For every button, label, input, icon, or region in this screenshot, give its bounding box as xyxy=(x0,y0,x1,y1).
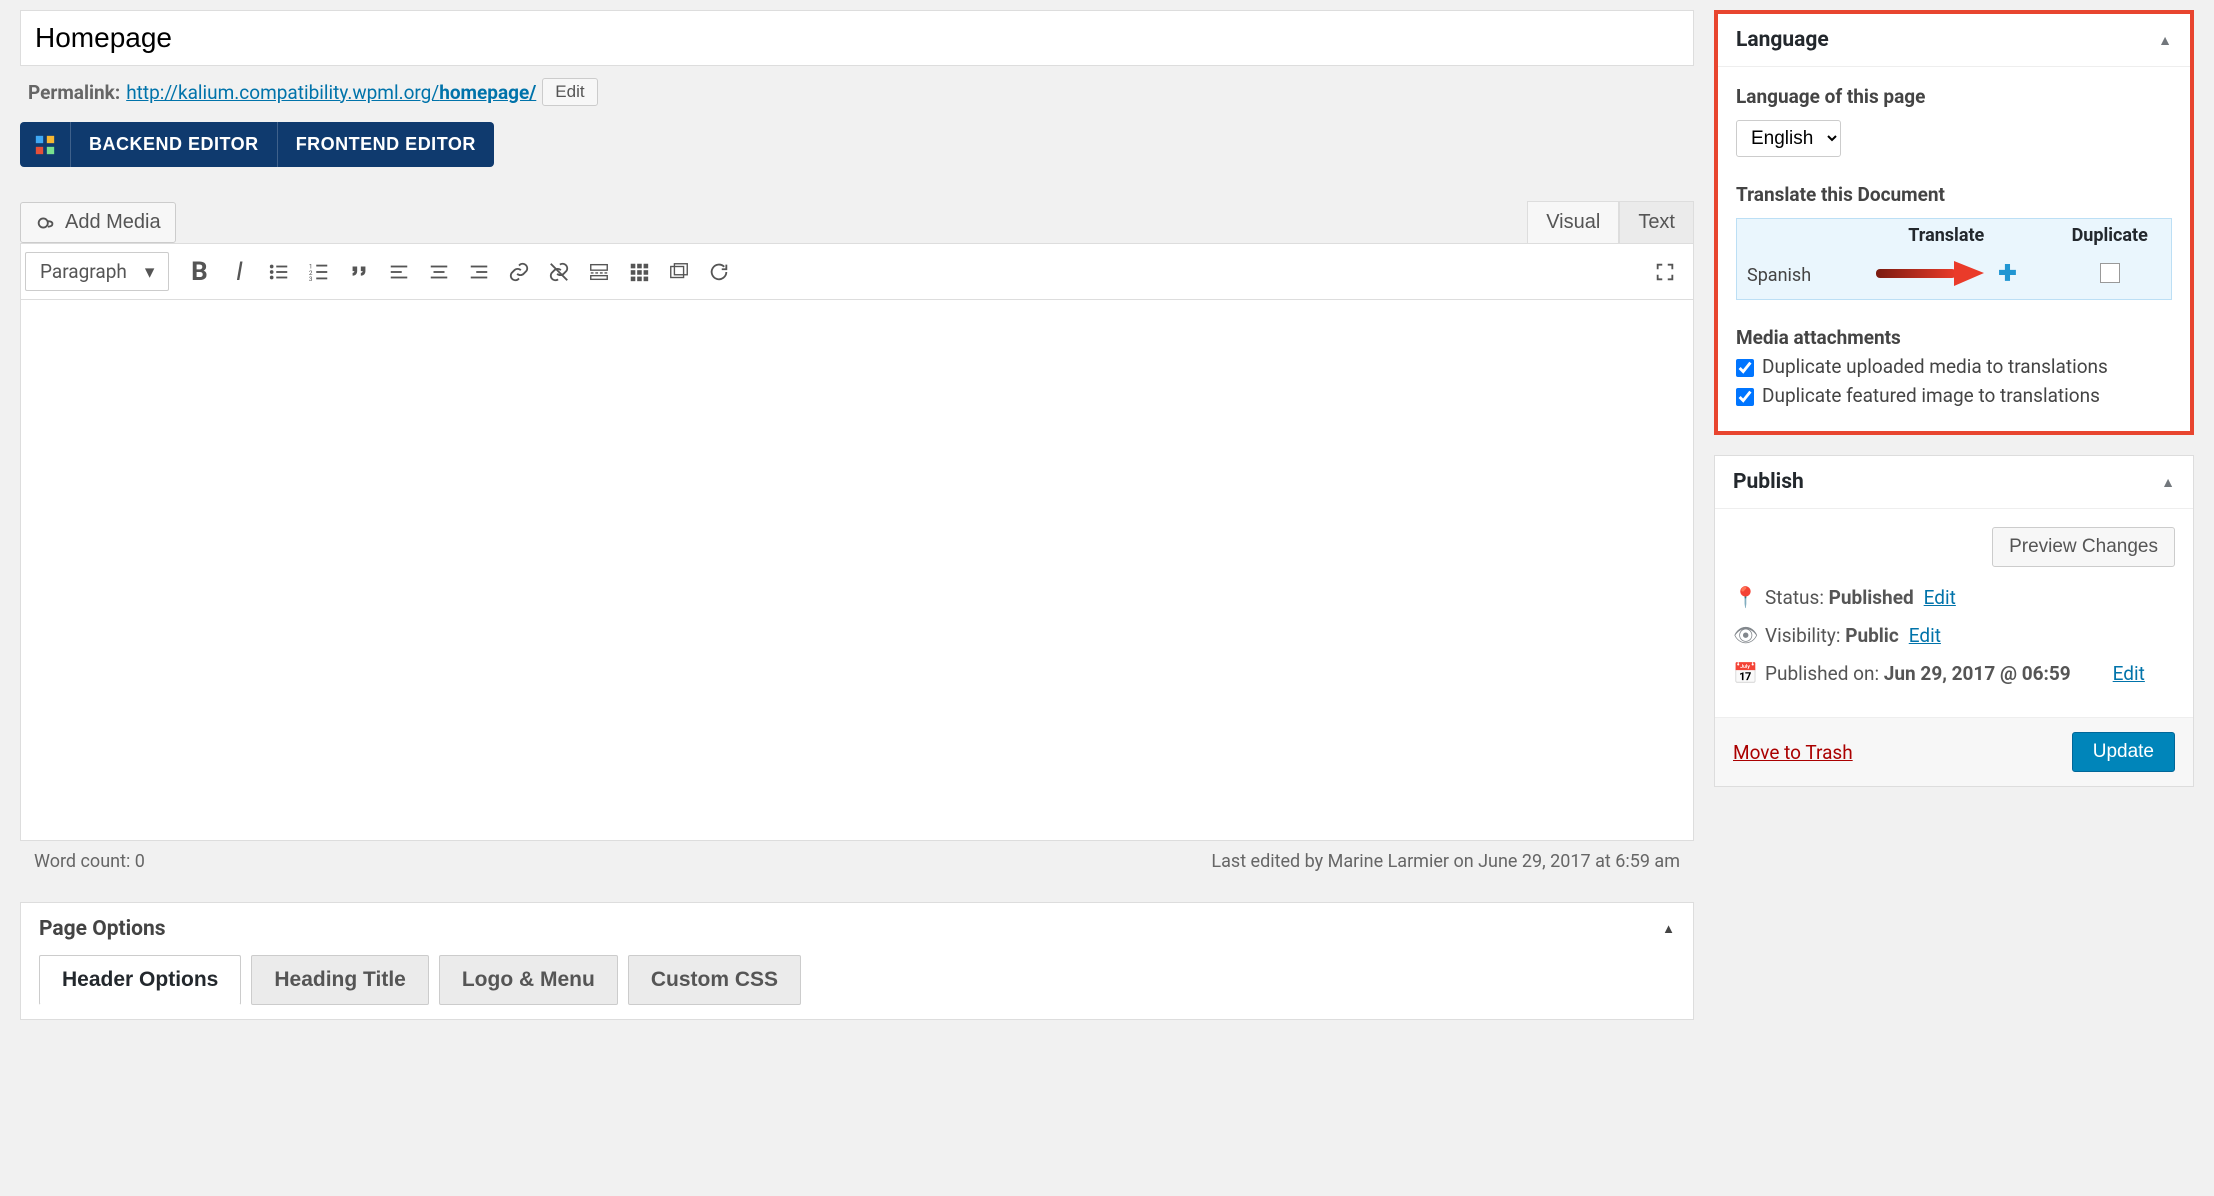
italic-button[interactable]: I xyxy=(219,252,259,292)
editor-box: Paragraph ▾ B I 123 xyxy=(20,243,1694,841)
align-left-button[interactable] xyxy=(379,252,419,292)
media-icon xyxy=(35,212,57,234)
editor-footer: Word count: 0 Last edited by Marine Larm… xyxy=(20,841,1694,882)
page-options-title: Page Options xyxy=(39,917,166,941)
number-list-button[interactable]: 123 xyxy=(299,252,339,292)
bullet-list-button[interactable] xyxy=(259,252,299,292)
editor-canvas[interactable] xyxy=(21,300,1693,840)
translate-table: Translate Duplicate Spanish ✚ xyxy=(1736,218,2172,300)
calendar-icon: 📅 xyxy=(1733,661,1755,685)
media-attachments-heading: Media attachments xyxy=(1736,326,2172,349)
duplicate-checkbox[interactable] xyxy=(2100,263,2120,283)
toolbar-toggle-button[interactable] xyxy=(619,252,659,292)
fullscreen-button[interactable] xyxy=(1645,252,1685,292)
blockquote-button[interactable] xyxy=(339,252,379,292)
duplicate-featured-label: Duplicate featured image to translations xyxy=(1762,384,2100,407)
published-edit-link[interactable]: Edit xyxy=(2113,662,2145,685)
page-options-panel: Page Options ▲ Header Options Heading Ti… xyxy=(20,902,1694,1020)
language-panel-title: Language xyxy=(1736,28,1829,52)
add-media-button[interactable]: Add Media xyxy=(20,202,176,243)
language-panel: Language ▲ Language of this page English… xyxy=(1714,10,2194,435)
editor-toolbar: Paragraph ▾ B I 123 xyxy=(21,244,1693,300)
read-more-button[interactable] xyxy=(579,252,619,292)
gallery-button[interactable] xyxy=(659,252,699,292)
permalink-link[interactable]: http://kalium.compatibility.wpml.org/hom… xyxy=(126,81,536,104)
visibility-edit-link[interactable]: Edit xyxy=(1909,624,1941,647)
status-edit-link[interactable]: Edit xyxy=(1924,586,1956,609)
translate-col-header: Translate xyxy=(1844,219,2048,253)
refresh-button[interactable] xyxy=(699,252,739,292)
bold-button[interactable]: B xyxy=(179,252,219,292)
svg-text:3: 3 xyxy=(309,275,313,283)
tab-heading-title[interactable]: Heading Title xyxy=(251,955,428,1005)
chevron-down-icon: ▾ xyxy=(145,260,155,283)
backend-editor-button[interactable]: BACKEND EDITOR xyxy=(70,122,277,167)
panel-toggle-icon[interactable]: ▲ xyxy=(2158,32,2172,49)
link-button[interactable] xyxy=(499,252,539,292)
translate-lang-name: Spanish xyxy=(1737,252,1845,300)
permalink-label: Permalink: xyxy=(28,81,120,104)
paragraph-format-select[interactable]: Paragraph ▾ xyxy=(25,252,169,291)
publish-panel-title: Publish xyxy=(1733,470,1804,494)
pin-icon: 📍 xyxy=(1733,585,1755,609)
last-edited: Last edited by Marine Larmier on June 29… xyxy=(1211,851,1680,872)
permalink-edit-button[interactable]: Edit xyxy=(542,78,597,106)
update-button[interactable]: Update xyxy=(2072,732,2175,772)
tab-header-options[interactable]: Header Options xyxy=(39,955,241,1005)
tab-logo-menu[interactable]: Logo & Menu xyxy=(439,955,618,1005)
duplicate-col-header: Duplicate xyxy=(2049,219,2172,253)
permalink-row: Permalink: http://kalium.compatibility.w… xyxy=(20,74,1694,106)
tab-text[interactable]: Text xyxy=(1619,201,1694,243)
tab-visual[interactable]: Visual xyxy=(1527,201,1619,243)
callout-arrow-icon xyxy=(1876,258,1986,293)
translate-row-spanish: Spanish ✚ xyxy=(1737,252,2172,300)
eye-icon: 👁 xyxy=(1733,623,1755,647)
tab-custom-css[interactable]: Custom CSS xyxy=(628,955,801,1005)
duplicate-media-checkbox[interactable] xyxy=(1736,359,1754,377)
translate-doc-heading: Translate this Document xyxy=(1736,183,2172,206)
panel-toggle-icon[interactable]: ▲ xyxy=(1662,921,1675,937)
page-title-input[interactable] xyxy=(20,10,1694,66)
unlink-button[interactable] xyxy=(539,252,579,292)
add-translation-button[interactable]: ✚ xyxy=(1998,261,2016,286)
preview-changes-button[interactable]: Preview Changes xyxy=(1992,527,2175,567)
publish-panel: Publish ▲ Preview Changes 📍 Status: Publ… xyxy=(1714,455,2194,787)
page-options-tabs: Header Options Heading Title Logo & Menu… xyxy=(21,955,1693,1019)
duplicate-featured-checkbox[interactable] xyxy=(1736,388,1754,406)
language-select[interactable]: English xyxy=(1736,120,1841,157)
editor-mode-bar: BACKEND EDITOR FRONTEND EDITOR xyxy=(20,122,494,167)
frontend-editor-button[interactable]: FRONTEND EDITOR xyxy=(277,122,494,167)
language-of-page-label: Language of this page xyxy=(1736,85,2172,108)
editor-view-tabs: Visual Text xyxy=(1527,201,1694,243)
align-right-button[interactable] xyxy=(459,252,499,292)
duplicate-media-label: Duplicate uploaded media to translations xyxy=(1762,355,2108,378)
align-center-button[interactable] xyxy=(419,252,459,292)
word-count: Word count: 0 xyxy=(34,851,145,872)
move-to-trash-link[interactable]: Move to Trash xyxy=(1733,741,1853,764)
visual-composer-icon[interactable] xyxy=(20,122,70,167)
panel-toggle-icon[interactable]: ▲ xyxy=(2161,474,2175,491)
